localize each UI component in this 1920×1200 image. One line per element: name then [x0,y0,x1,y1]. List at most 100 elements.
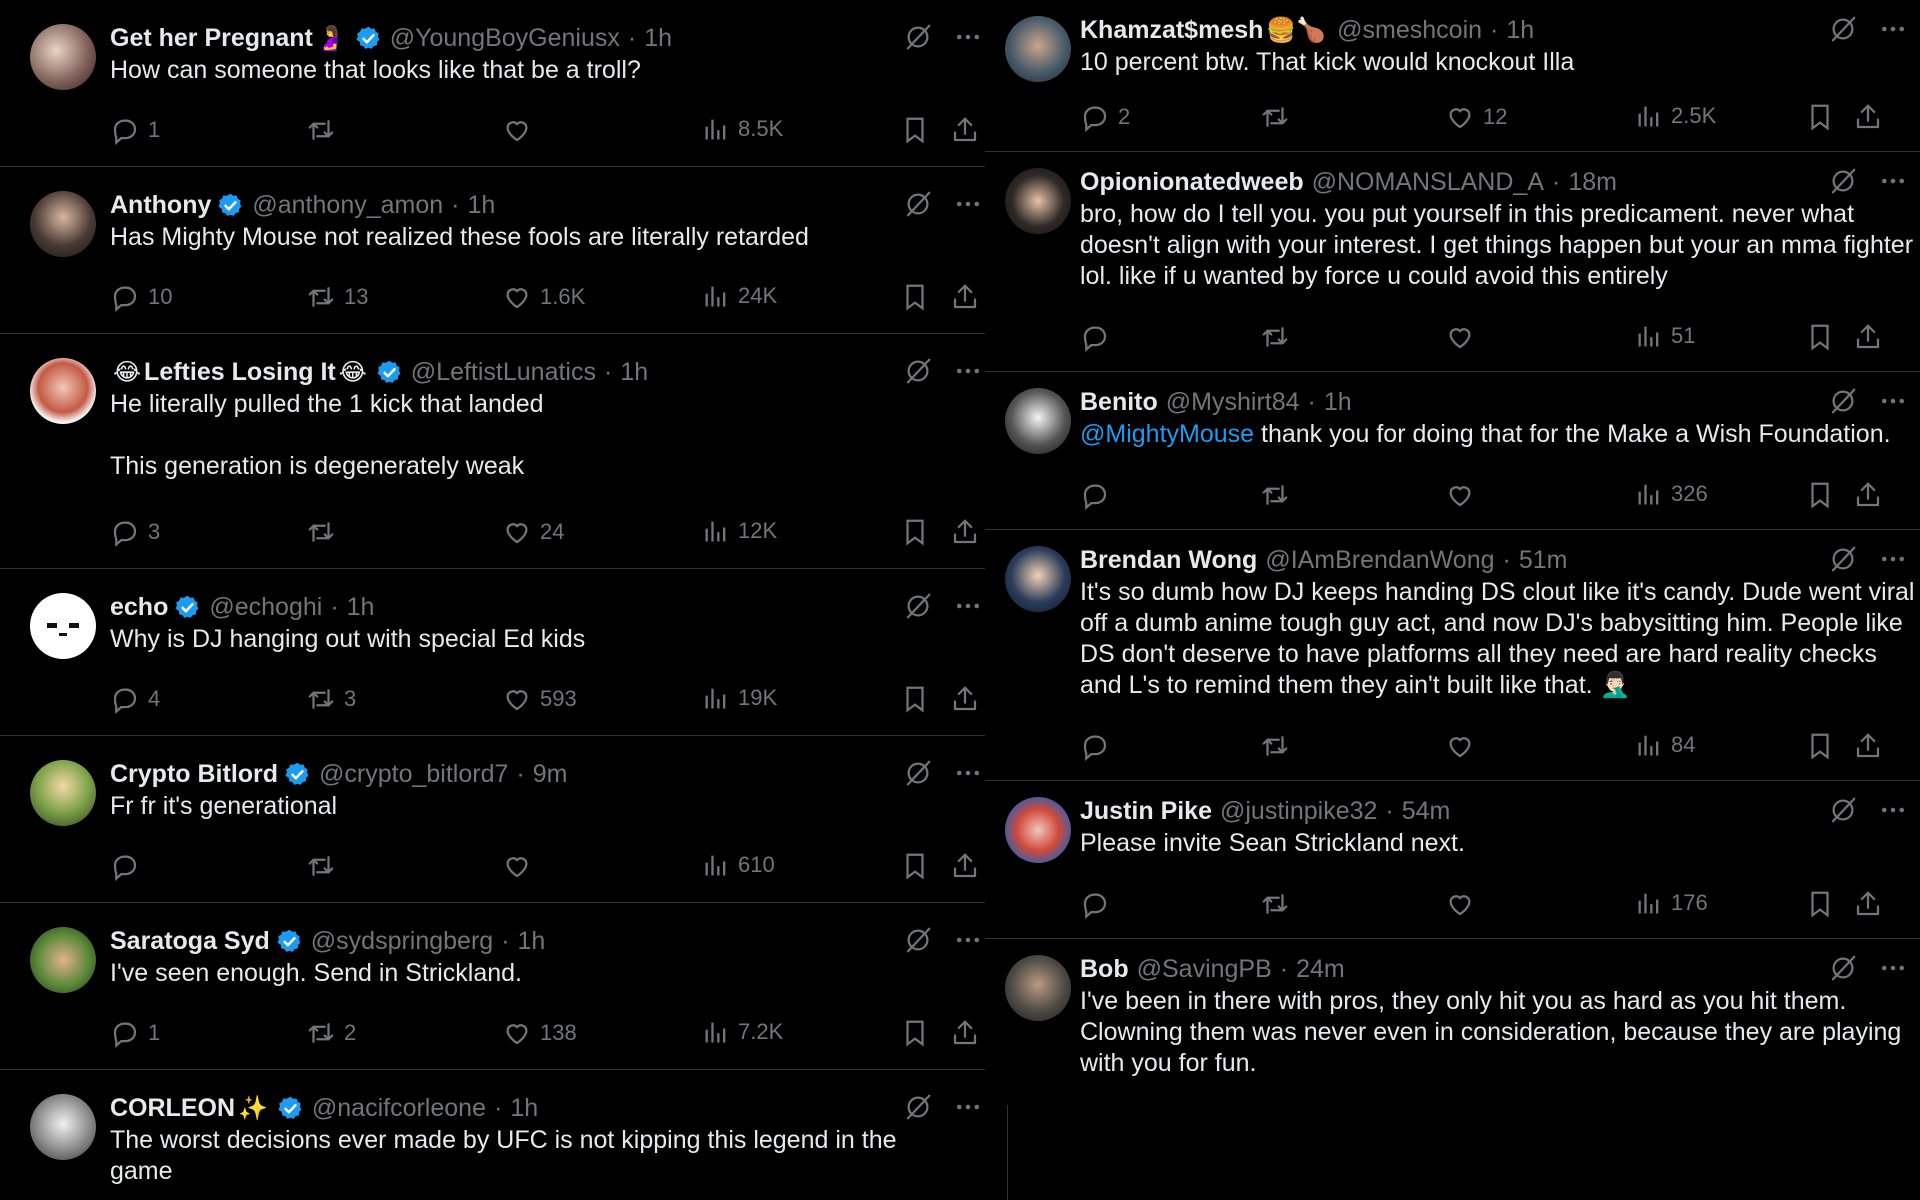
reply-button[interactable] [110,851,148,881]
tweet[interactable]: Get her Pregnant 🤰 @YoungBoyGeniusx · 1h How … [0,0,985,167]
timestamp[interactable]: 1h [1324,388,1352,417]
avatar[interactable] [1005,388,1071,454]
more-icon[interactable] [953,356,983,386]
reply-button[interactable]: 3 [110,517,160,547]
share-button[interactable] [950,517,985,547]
display-name[interactable]: CORLEON [110,1094,235,1123]
like-button[interactable]: 24 [502,517,564,547]
mention-link[interactable]: @MightyMouse [1080,420,1254,448]
display-name[interactable]: Khamzat$mesh [1080,16,1263,45]
avatar[interactable] [30,760,96,826]
avatar[interactable] [1005,168,1071,234]
more-icon[interactable] [1878,953,1908,983]
views-button[interactable]: 326 [1635,480,1708,508]
share-button[interactable] [950,282,985,312]
tweet[interactable]: CORLEON ✨ @nacifcorleone · 1h The worst decis… [0,1070,985,1200]
timestamp[interactable]: 1h [1506,16,1534,45]
views-button[interactable]: 610 [702,851,775,879]
share-button[interactable] [1853,889,1891,919]
bookmark-button[interactable] [1805,731,1843,761]
avatar[interactable] [30,927,96,993]
bookmark-button[interactable] [900,684,938,714]
reply-button[interactable] [1080,480,1118,510]
retweet-button[interactable] [1260,480,1298,510]
more-icon[interactable] [1878,795,1908,825]
more-icon[interactable] [953,591,983,621]
reply-button[interactable]: 2 [1080,102,1130,132]
views-button[interactable]: 176 [1635,889,1708,917]
tweet[interactable]: Brendan Wong @IAmBrendanWong · 51m It's so d… [985,530,1920,781]
tweet[interactable]: Opionionatedweeb @NOMANSLAND_A · 18m bro, ho… [985,152,1920,372]
avatar[interactable] [1005,955,1071,1021]
display-name[interactable]: Brendan Wong [1080,546,1257,575]
display-name[interactable]: Lefties Losing It [144,358,336,387]
bookmark-button[interactable] [900,851,938,881]
like-button[interactable] [1445,480,1483,510]
timestamp[interactable]: 1h [468,191,496,220]
retweet-button[interactable]: 3 [306,684,356,714]
tweet[interactable]: Saratoga Syd @sydspringberg · 1h I've seen e… [0,903,985,1070]
bookmark-button[interactable] [900,517,938,547]
reply-button[interactable] [1080,322,1118,352]
tweet[interactable]: Anthony @anthony_amon · 1h Has Mighty Mouse … [0,167,985,334]
display-name[interactable]: Justin Pike [1080,797,1212,826]
retweet-button[interactable] [306,115,344,145]
share-button[interactable] [950,851,985,881]
more-icon[interactable] [953,1092,983,1122]
timestamp[interactable]: 54m [1402,797,1451,826]
grok-icon[interactable] [1828,166,1858,196]
reply-button[interactable] [1080,889,1118,919]
avatar[interactable] [30,1094,96,1160]
share-button[interactable] [1853,102,1891,132]
grok-icon[interactable] [903,356,933,386]
bookmark-button[interactable] [1805,322,1843,352]
timestamp[interactable]: 1h [510,1094,538,1123]
retweet-button[interactable] [1260,889,1298,919]
timestamp[interactable]: 1h [347,593,375,622]
grok-icon[interactable] [903,189,933,219]
views-button[interactable]: 2.5K [1635,102,1716,130]
share-button[interactable] [950,684,985,714]
retweet-button[interactable]: 13 [306,282,368,312]
grok-icon[interactable] [1828,544,1858,574]
grok-icon[interactable] [1828,386,1858,416]
views-button[interactable]: 84 [1635,731,1695,759]
retweet-button[interactable]: 2 [306,1018,356,1048]
like-button[interactable] [502,851,540,881]
grok-icon[interactable] [903,758,933,788]
retweet-button[interactable] [306,851,344,881]
more-icon[interactable] [1878,544,1908,574]
bookmark-button[interactable] [900,282,938,312]
display-name[interactable]: echo [110,593,168,622]
reply-button[interactable]: 4 [110,684,160,714]
like-button[interactable] [1445,322,1483,352]
tweet[interactable]: Justin Pike @justinpike32 · 54m Please invit… [985,781,1920,939]
bookmark-button[interactable] [1805,480,1843,510]
avatar[interactable] [1005,546,1071,612]
share-button[interactable] [950,115,985,145]
avatar[interactable] [30,24,96,90]
more-icon[interactable] [953,758,983,788]
handle[interactable]: @Myshirt84 [1166,388,1300,417]
views-button[interactable]: 8.5K [702,115,783,143]
views-button[interactable]: 51 [1635,322,1695,350]
retweet-button[interactable] [1260,731,1298,761]
retweet-button[interactable] [1260,322,1298,352]
grok-icon[interactable] [903,1092,933,1122]
grok-icon[interactable] [1828,795,1858,825]
display-name[interactable]: Crypto Bitlord [110,760,278,789]
more-icon[interactable] [1878,386,1908,416]
timestamp[interactable]: 51m [1519,546,1568,575]
bookmark-button[interactable] [1805,102,1843,132]
tweet[interactable]: echo @echoghi · 1h Why is DJ hanging out wit… [0,569,985,736]
reply-button[interactable]: 1 [110,115,160,145]
display-name[interactable]: Saratoga Syd [110,927,270,956]
grok-icon[interactable] [903,591,933,621]
handle[interactable]: @nacifcorleone [312,1094,486,1123]
tweet[interactable]: Benito @Myshirt84 · 1h @MightyMouse thank yo… [985,372,1920,530]
like-button[interactable]: 593 [502,684,577,714]
like-button[interactable]: 1.6K [502,282,585,312]
handle[interactable]: @sydspringberg [311,927,493,956]
views-button[interactable]: 7.2K [702,1018,783,1046]
more-icon[interactable] [1878,166,1908,196]
